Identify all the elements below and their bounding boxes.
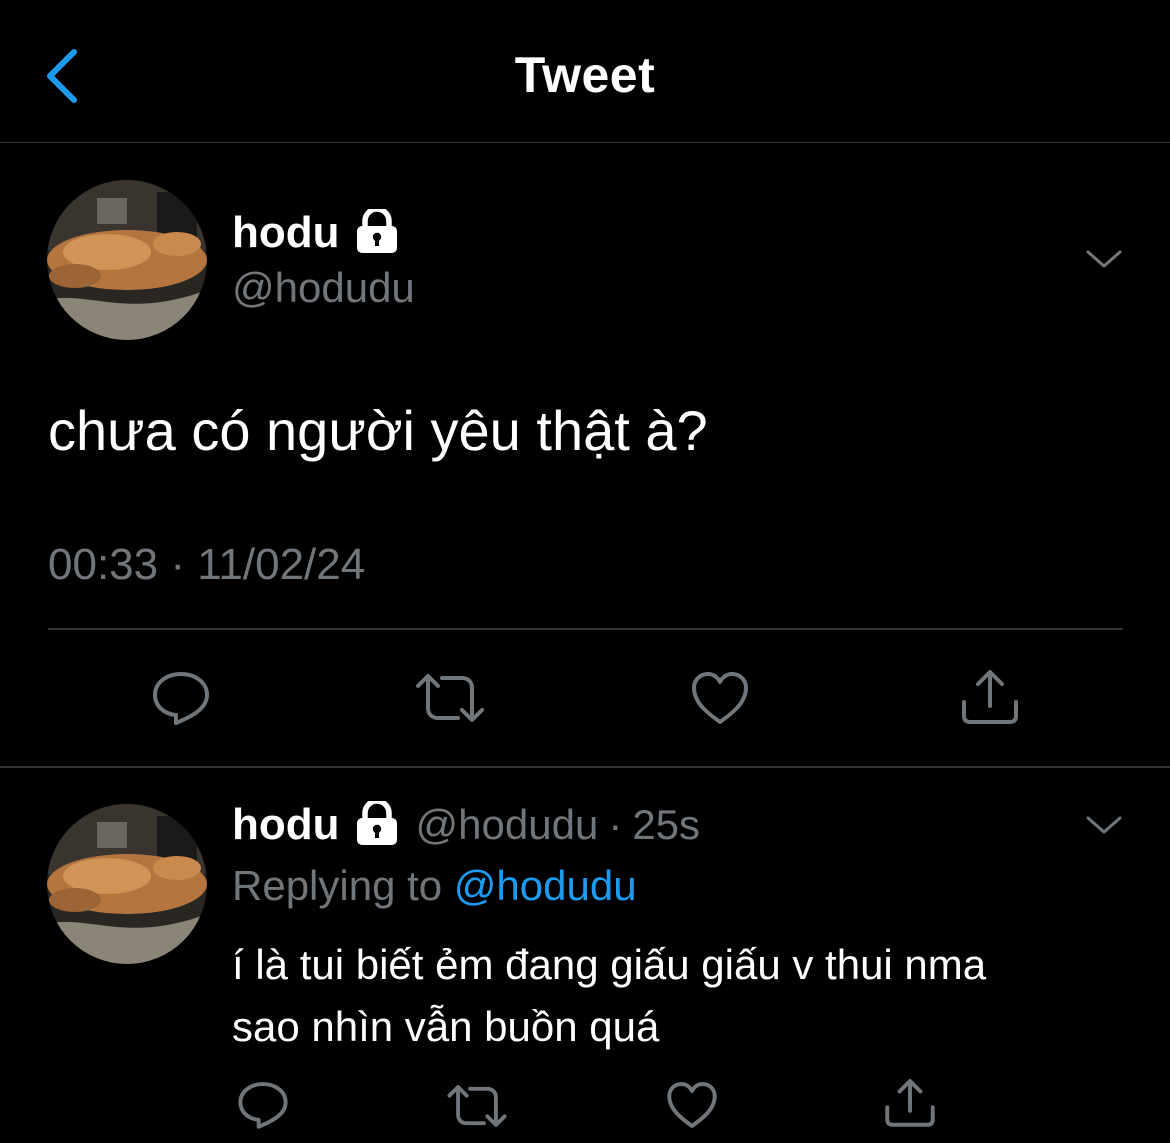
replying-to-label: Replying to	[232, 862, 443, 909]
retweet-icon	[416, 674, 484, 722]
lock-icon	[354, 797, 400, 850]
chevron-down-icon	[1086, 816, 1122, 834]
share-icon	[885, 1079, 935, 1127]
reply-time[interactable]: 25s	[632, 801, 700, 849]
comment-icon	[238, 1082, 288, 1129]
retweet-icon	[447, 1085, 507, 1127]
top-nav-bar: Tweet	[0, 0, 1170, 143]
avatar[interactable]	[47, 180, 207, 340]
reply-like-button[interactable]	[664, 1078, 720, 1137]
meta-separator: ·	[608, 801, 623, 848]
more-options-button[interactable]	[1084, 244, 1124, 279]
page-title: Tweet	[514, 47, 656, 103]
share-icon	[962, 670, 1018, 724]
comment-icon	[153, 672, 209, 725]
reply-share-button[interactable]	[882, 1074, 938, 1135]
lock-icon	[354, 205, 400, 258]
reply-button[interactable]	[150, 668, 212, 733]
retweet-button[interactable]	[414, 668, 486, 733]
reply-handle[interactable]: @hodudu	[416, 801, 599, 849]
reply-more-options-button[interactable]	[1084, 810, 1124, 845]
reply-text: í là tui biết ẻm đang giấu giấu v thui n…	[232, 934, 1132, 1058]
reply-display-name[interactable]: hodu	[232, 800, 340, 850]
chevron-down-icon	[1086, 250, 1122, 268]
heart-icon	[667, 1082, 717, 1128]
reply-author-row: hodu @hodudu · 25s	[232, 797, 700, 850]
replying-to-line: Replying to @hodudu	[232, 862, 637, 910]
reply-text-line: sao nhìn vẫn buồn quá	[232, 1003, 660, 1050]
divider	[48, 628, 1123, 630]
tweet-text: chưa có người yêu thật à?	[48, 399, 708, 462]
author-row: hodu	[232, 205, 400, 258]
reply-retweet-button[interactable]	[446, 1080, 508, 1137]
tweet-timestamp[interactable]: 00:33 · 11/02/24	[48, 540, 365, 590]
share-button[interactable]	[958, 664, 1022, 733]
replying-to-mention[interactable]: @hodudu	[454, 862, 637, 909]
reply-reply-button[interactable]	[236, 1078, 290, 1137]
divider	[0, 766, 1170, 768]
heart-icon	[692, 672, 748, 724]
reply-text-line: í là tui biết ẻm đang giấu giấu v thui n…	[232, 941, 987, 988]
like-button[interactable]	[688, 668, 752, 733]
author-handle[interactable]: @hodudu	[232, 264, 415, 312]
display-name[interactable]: hodu	[232, 208, 340, 258]
reply-avatar[interactable]	[47, 804, 207, 964]
